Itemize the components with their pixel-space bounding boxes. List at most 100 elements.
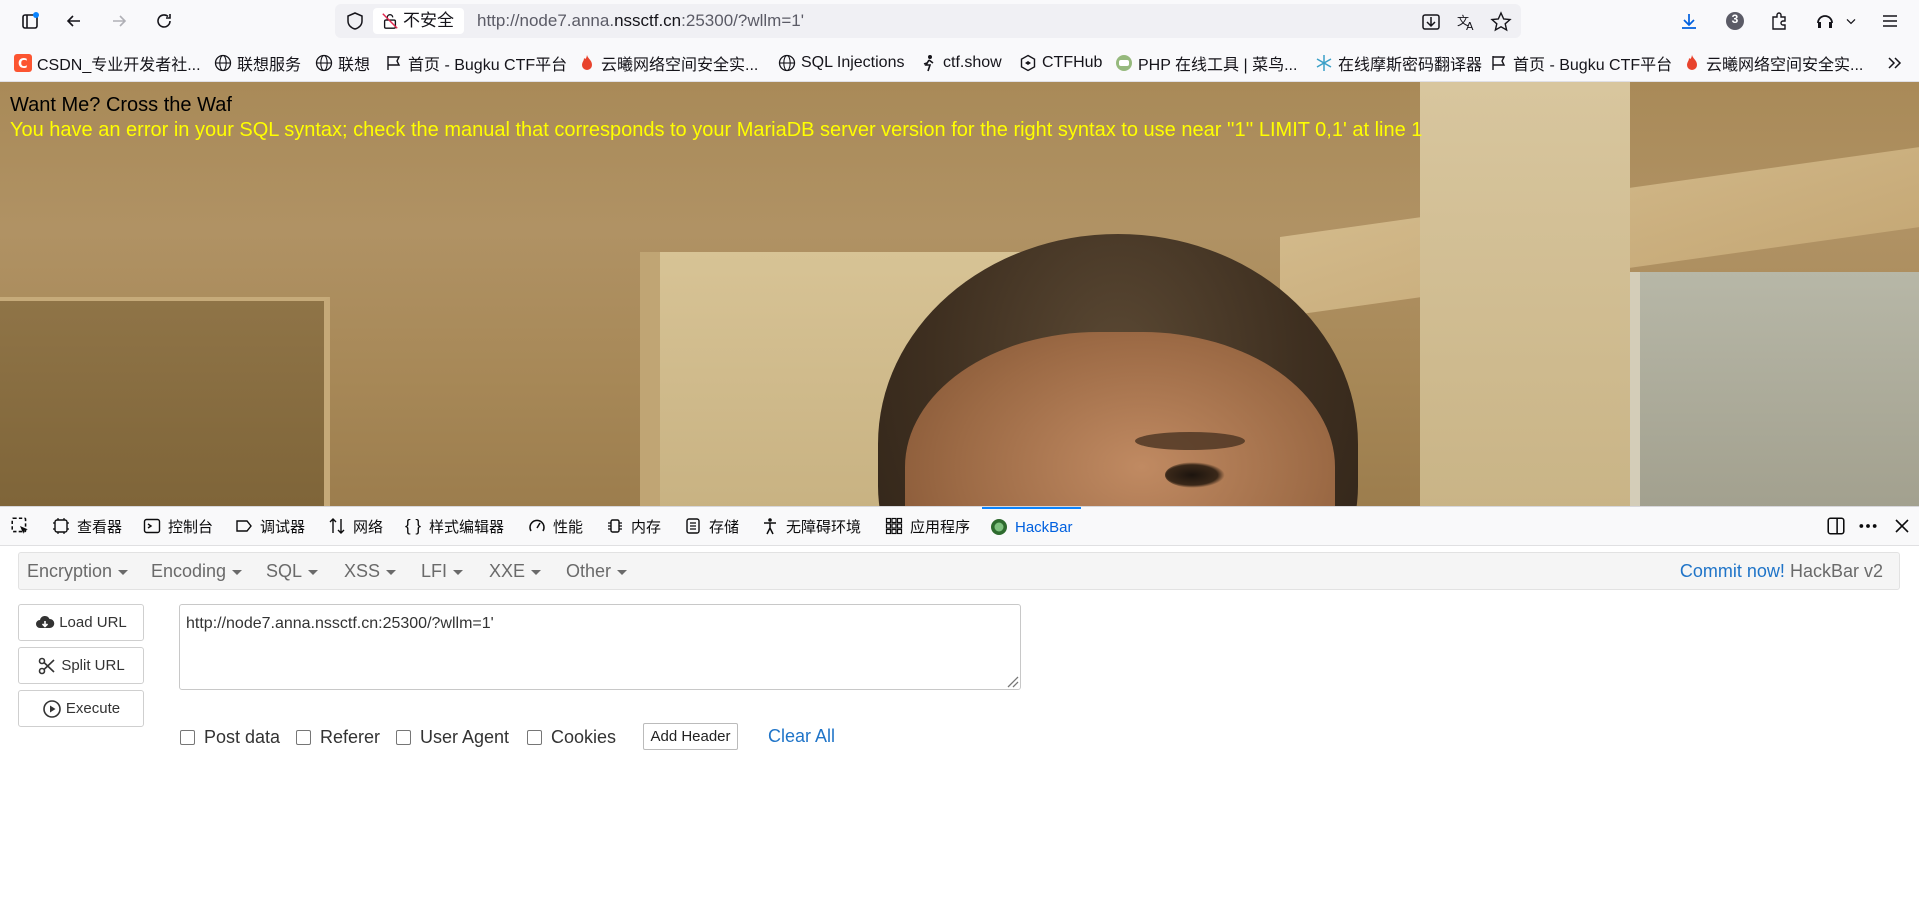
tab-network[interactable]: 网络 xyxy=(328,507,383,545)
bookmark-item[interactable]: 首页 - Bugku CTF平台 xyxy=(1490,52,1672,74)
more-options-icon[interactable] xyxy=(1858,507,1878,545)
commit-notice: Commit now! HackBar v2 xyxy=(1680,561,1883,582)
post-data-option[interactable]: Post data xyxy=(180,727,280,747)
bookmark-item[interactable]: 在线摩斯密码翻译器 xyxy=(1315,52,1482,74)
globe-icon xyxy=(214,54,232,72)
back-icon[interactable] xyxy=(62,9,86,33)
tab-memory[interactable]: 内存 xyxy=(606,507,661,545)
user-agent-option[interactable]: User Agent xyxy=(396,727,509,747)
svg-text:A: A xyxy=(1466,20,1474,33)
referer-option[interactable]: Referer xyxy=(296,727,380,747)
caret-down-icon xyxy=(531,569,542,575)
network-icon xyxy=(328,517,346,535)
tab-storage[interactable]: 存储 xyxy=(684,507,739,545)
tab-application[interactable]: 应用程序 xyxy=(885,507,970,545)
menu-sql[interactable]: SQL xyxy=(266,561,319,582)
tab-manager-icon[interactable] xyxy=(18,9,42,33)
downloads-icon[interactable] xyxy=(1677,9,1701,33)
security-label: 不安全 xyxy=(403,11,454,30)
fire-icon xyxy=(578,54,596,72)
execute-button[interactable]: Execute xyxy=(18,690,144,727)
page-content: Want Me? Cross the Waf You have an error… xyxy=(0,82,1919,506)
caret-down-icon xyxy=(617,569,628,575)
bookmark-item[interactable]: ctf.show xyxy=(920,52,1002,74)
hackbar-version: HackBar v2 xyxy=(1789,561,1883,581)
url-suffix: :25300/?wllm=1' xyxy=(681,11,804,30)
menu-label: XXE xyxy=(489,561,526,581)
bookmark-item[interactable]: 云曦网络空间安全实... xyxy=(1683,52,1863,74)
bookmark-item[interactable]: 联想 xyxy=(315,52,370,74)
translate-icon[interactable]: 文A xyxy=(1455,11,1477,33)
resize-grip-icon[interactable] xyxy=(1003,672,1019,688)
bookmark-item[interactable]: 首页 - Bugku CTF平台 xyxy=(385,52,567,74)
bookmark-item[interactable]: C CSDN_专业开发者社... xyxy=(14,52,201,74)
bookmark-item[interactable]: PHP 在线工具 | 菜鸟... xyxy=(1115,52,1297,74)
menu-other[interactable]: Other xyxy=(566,561,628,582)
element-picker-icon[interactable] xyxy=(10,507,30,545)
option-label: Post data xyxy=(204,726,281,747)
fire-icon xyxy=(1683,54,1701,72)
accessibility-icon xyxy=(761,517,779,535)
commit-now-link[interactable]: Commit now! xyxy=(1680,561,1785,581)
tab-label: 内存 xyxy=(631,518,662,536)
bookmark-star-icon[interactable] xyxy=(1490,11,1512,33)
bookmark-item[interactable]: 联想服务 xyxy=(214,52,301,74)
sync-account-icon[interactable] xyxy=(1813,9,1837,33)
hackbar-icon xyxy=(990,518,1008,536)
menu-encryption[interactable]: Encryption xyxy=(27,561,129,582)
tab-hackbar[interactable]: HackBar xyxy=(982,507,1081,545)
tab-label: 查看器 xyxy=(77,518,123,536)
tab-label: 存储 xyxy=(709,518,740,536)
csdn-icon: C xyxy=(14,54,32,72)
url-text[interactable]: http://node7.anna.nssctf.cn:25300/?wllm=… xyxy=(477,11,804,31)
application-grid-icon xyxy=(885,517,903,535)
bookmark-label: ctf.show xyxy=(943,54,1002,71)
post-data-checkbox[interactable] xyxy=(180,729,195,745)
menu-xss[interactable]: XSS xyxy=(344,561,397,582)
tab-debugger[interactable]: 调试器 xyxy=(235,507,305,545)
extensions-icon[interactable] xyxy=(1767,9,1791,33)
caret-down-icon xyxy=(232,569,243,575)
tab-accessibility[interactable]: 无障碍环境 xyxy=(761,507,861,545)
inspector-icon xyxy=(52,517,70,535)
button-label: Execute xyxy=(65,700,121,717)
dock-side-icon[interactable] xyxy=(1826,507,1846,545)
bookmark-item[interactable]: 云曦网络空间安全实... xyxy=(578,52,758,74)
cookies-option[interactable]: Cookies xyxy=(527,727,616,747)
menu-xxe[interactable]: XXE xyxy=(489,561,542,582)
save-page-icon[interactable] xyxy=(1420,11,1442,33)
split-url-button[interactable]: Split URL xyxy=(18,647,144,684)
url-textarea[interactable]: http://node7.anna.nssctf.cn:25300/?wllm=… xyxy=(179,604,1021,690)
bookmark-label: PHP 在线工具 | 菜鸟... xyxy=(1138,57,1298,74)
cookies-checkbox[interactable] xyxy=(527,729,542,745)
address-bar[interactable]: 不安全 http://node7.anna.nssctf.cn:25300/?w… xyxy=(335,4,1521,38)
user-agent-checkbox[interactable] xyxy=(396,729,411,745)
close-devtools-icon[interactable] xyxy=(1893,507,1911,545)
more-bookmarks-icon[interactable] xyxy=(1885,52,1903,74)
clear-all-link[interactable]: Clear All xyxy=(768,726,835,747)
tab-console[interactable]: 控制台 xyxy=(143,507,213,545)
menu-encoding[interactable]: Encoding xyxy=(151,561,243,582)
app-menu-icon[interactable] xyxy=(1878,9,1902,33)
shield-icon[interactable] xyxy=(345,11,365,31)
bookmark-item[interactable]: CTFHub xyxy=(1019,52,1102,74)
forward-icon[interactable] xyxy=(107,9,131,33)
url-domain: nssctf.cn xyxy=(614,11,682,30)
site-security-indicator[interactable]: 不安全 xyxy=(373,8,464,34)
chevron-down-icon[interactable] xyxy=(1843,9,1859,33)
notification-badge[interactable]: 3 xyxy=(1723,9,1747,33)
bookmark-label: 在线摩斯密码翻译器 xyxy=(1338,57,1483,74)
reload-icon[interactable] xyxy=(152,9,176,33)
bookmark-label: SQL Injections xyxy=(801,54,905,71)
flag-icon xyxy=(385,54,403,72)
tab-performance[interactable]: 性能 xyxy=(528,507,583,545)
tab-inspector[interactable]: 查看器 xyxy=(52,507,122,545)
referer-checkbox[interactable] xyxy=(296,729,311,745)
badge-count: 3 xyxy=(1731,12,1739,26)
bookmark-item[interactable]: SQL Injections xyxy=(778,52,904,74)
load-url-button[interactable]: Load URL xyxy=(18,604,144,641)
hackbar-menu: Encryption Encoding SQL XSS LFI XXE Othe… xyxy=(18,552,1900,590)
tab-style-editor[interactable]: { } 样式编辑器 xyxy=(404,507,504,545)
add-header-button[interactable]: Add Header xyxy=(643,723,738,750)
menu-lfi[interactable]: LFI xyxy=(421,561,464,582)
